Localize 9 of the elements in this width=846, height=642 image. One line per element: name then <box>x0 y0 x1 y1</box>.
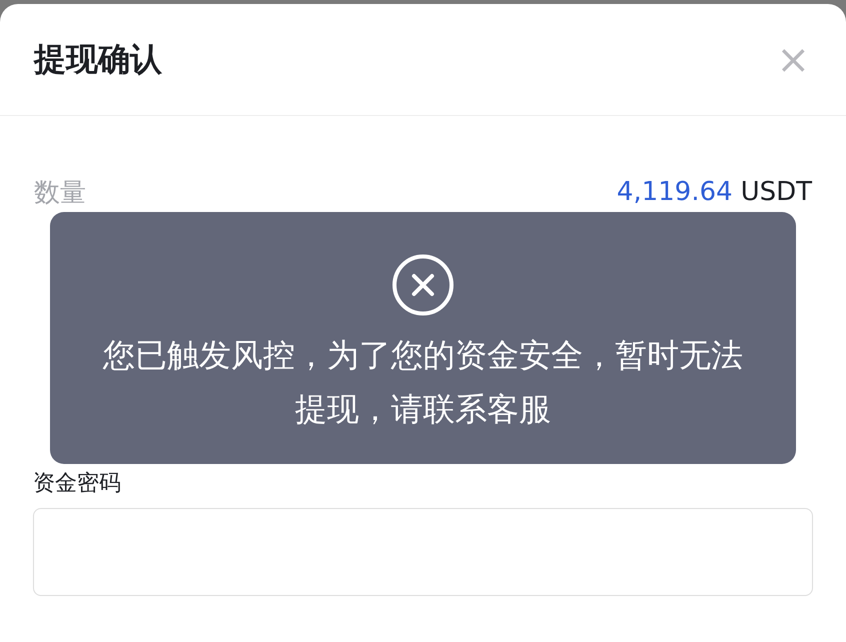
unit-label: USDT <box>740 177 812 207</box>
password-field[interactable] <box>33 508 813 596</box>
error-icon <box>392 254 454 316</box>
row-value: 4,119.64 <box>616 177 733 207</box>
dialog-title: 提现确认 <box>34 38 162 80</box>
toast-message: 您已触发风控，为了您的资金安全，暂时无法提现，请联系客服 <box>102 335 744 430</box>
field-label: 资金密码 <box>33 470 121 498</box>
close-button[interactable]: × <box>774 40 812 80</box>
row-label: 数量 <box>34 176 86 210</box>
